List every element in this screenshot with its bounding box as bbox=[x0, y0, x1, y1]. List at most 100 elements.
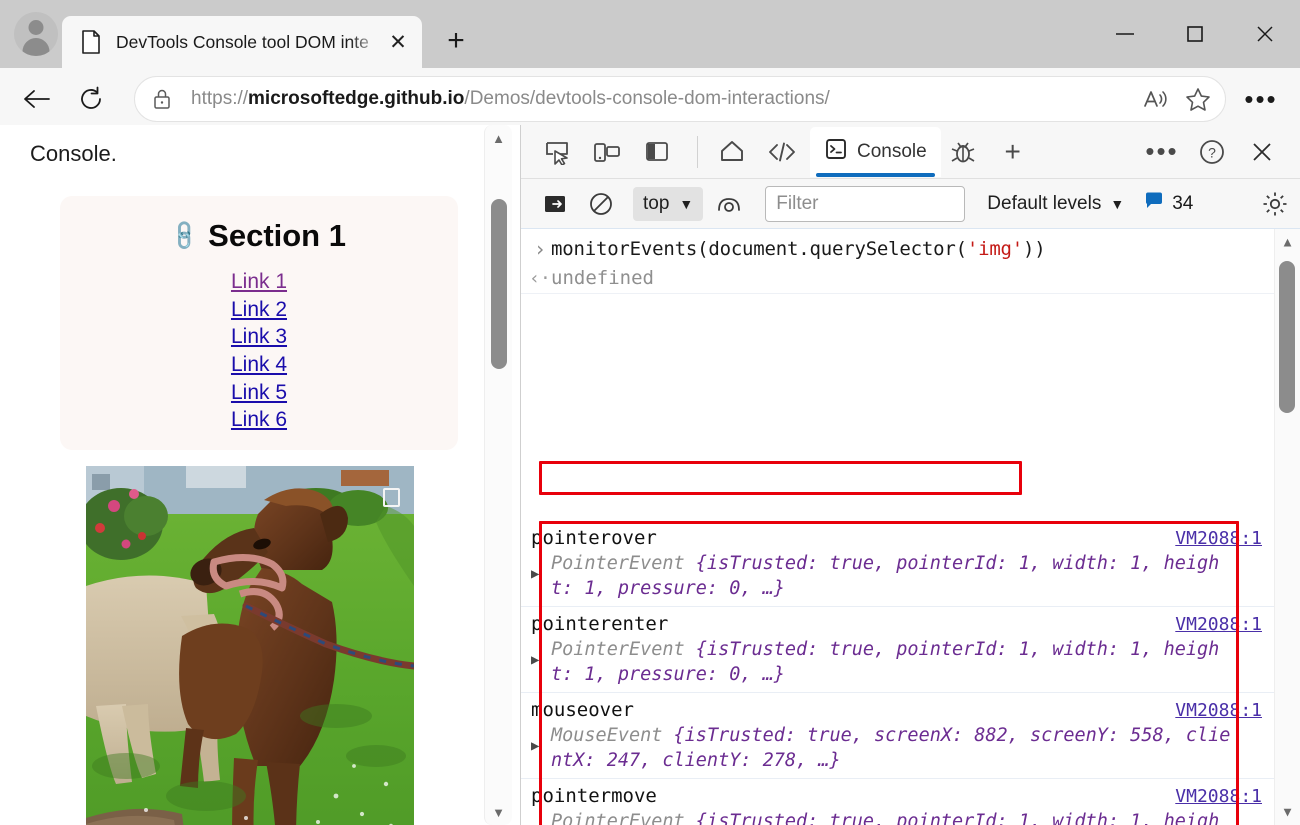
elements-icon[interactable] bbox=[760, 130, 804, 174]
page-content: Console. 🔗 Section 1 Link 1 Link 2 Link … bbox=[0, 125, 520, 825]
console-result-row: ‹· undefined bbox=[521, 263, 1300, 294]
message-count-badge[interactable]: 34 bbox=[1144, 191, 1193, 216]
event-name: pointerenter bbox=[531, 611, 1175, 637]
chevron-down-icon: ▼ bbox=[679, 196, 693, 212]
page-favicon-icon bbox=[80, 30, 102, 54]
web-page-pane: Console. 🔗 Section 1 Link 1 Link 2 Link … bbox=[0, 125, 520, 825]
console-sidebar-icon[interactable] bbox=[535, 185, 575, 223]
navigation-toolbar: https://microsoftedge.github.io/Demos/de… bbox=[0, 68, 1300, 130]
list-item[interactable]: Link 4 bbox=[60, 351, 458, 379]
console-scroll-down-button[interactable]: ▼ bbox=[1274, 799, 1300, 825]
devtools-overflow-menu-button[interactable]: ••• bbox=[1140, 130, 1184, 174]
javascript-context-select[interactable]: top ▼ bbox=[633, 187, 703, 221]
event-source-link[interactable]: VM2088:1 bbox=[1175, 700, 1262, 721]
log-levels-label: Default levels bbox=[987, 193, 1101, 215]
console-prompt-row[interactable]: › monitorEvents(document.querySelector('… bbox=[521, 229, 1300, 263]
console-filter-bar: top ▼ Filter Default levels ▼ 34 bbox=[521, 179, 1300, 229]
console-result-value: undefined bbox=[551, 263, 654, 293]
close-window-button[interactable] bbox=[1230, 0, 1300, 68]
inspect-element-icon[interactable] bbox=[535, 130, 579, 174]
maximize-button[interactable] bbox=[1160, 0, 1230, 68]
console-input-expression[interactable]: monitorEvents(document.querySelector('im… bbox=[551, 235, 1046, 263]
back-button[interactable] bbox=[12, 74, 62, 124]
event-source-link[interactable]: VM2088:1 bbox=[1175, 614, 1262, 635]
list-item[interactable]: pointerover VM2088:1 ▶ PointerEvent {isT… bbox=[521, 521, 1276, 607]
new-tab-button[interactable]: + bbox=[434, 19, 478, 63]
event-source-link[interactable]: VM2088:1 bbox=[1175, 786, 1262, 807]
list-item[interactable]: pointerenter VM2088:1 ▶ PointerEvent {is… bbox=[521, 607, 1276, 693]
devtools-help-icon[interactable]: ? bbox=[1190, 130, 1234, 174]
console-event-list: pointerover VM2088:1 ▶ PointerEvent {isT… bbox=[521, 521, 1276, 825]
console-settings-gear-icon[interactable] bbox=[1260, 189, 1290, 219]
reload-button[interactable] bbox=[66, 74, 116, 124]
console-output[interactable]: › monitorEvents(document.querySelector('… bbox=[521, 229, 1300, 825]
event-object-preview: PointerEvent {isTrusted: true, pointerId… bbox=[551, 809, 1219, 825]
content-area: Console. 🔗 Section 1 Link 1 Link 2 Link … bbox=[0, 125, 1300, 825]
page-scrollbar[interactable]: ▲ ▼ bbox=[484, 125, 512, 825]
device-emulation-icon[interactable] bbox=[585, 130, 629, 174]
toolbar-divider bbox=[697, 136, 698, 168]
page-scroll-up-button[interactable]: ▲ bbox=[485, 125, 513, 151]
chevron-down-icon: ▼ bbox=[1110, 196, 1124, 212]
filter-input[interactable]: Filter bbox=[765, 186, 965, 222]
section-heading-text: Section 1 bbox=[208, 218, 346, 254]
page-scroll-track[interactable] bbox=[485, 151, 513, 799]
event-object-preview: PointerEvent {isTrusted: true, pointerId… bbox=[551, 551, 1219, 601]
minimize-button[interactable] bbox=[1090, 0, 1160, 68]
prompt-caret-icon: › bbox=[529, 235, 551, 263]
console-scroll-track[interactable] bbox=[1274, 255, 1300, 799]
favorites-star-icon[interactable] bbox=[1177, 79, 1219, 119]
tab-console-label: Console bbox=[857, 141, 927, 163]
list-item[interactable]: Link 2 bbox=[60, 296, 458, 324]
page-scroll-thumb[interactable] bbox=[491, 199, 507, 369]
title-bar: DevTools Console tool DOM inte ✕ + bbox=[0, 0, 1300, 68]
issues-bug-icon[interactable] bbox=[941, 130, 985, 174]
tab-console[interactable]: Console bbox=[810, 127, 941, 177]
live-expression-icon[interactable] bbox=[709, 185, 749, 223]
list-item[interactable]: pointermove VM2088:1 ▶ PointerEvent {isT… bbox=[521, 779, 1276, 825]
list-item[interactable]: mouseover VM2088:1 ▶ MouseEvent {isTrust… bbox=[521, 693, 1276, 779]
window-controls bbox=[1090, 0, 1300, 68]
profile-avatar-button[interactable] bbox=[10, 8, 62, 60]
tab-title: DevTools Console tool DOM inte bbox=[116, 32, 382, 53]
event-source-link[interactable]: VM2088:1 bbox=[1175, 528, 1262, 549]
anchor-link-icon[interactable]: 🔗 bbox=[167, 218, 202, 253]
context-value: top bbox=[643, 193, 669, 215]
list-item[interactable]: Link 6 bbox=[60, 406, 458, 434]
list-item[interactable]: Link 1 bbox=[60, 268, 458, 296]
alpaca-image[interactable] bbox=[86, 466, 414, 825]
browser-tab[interactable]: DevTools Console tool DOM inte ✕ bbox=[62, 16, 422, 68]
console-scroll-thumb[interactable] bbox=[1279, 261, 1295, 413]
list-item[interactable]: Link 5 bbox=[60, 379, 458, 407]
devtools-panel: Console + ••• ? bbox=[520, 125, 1300, 825]
address-bar[interactable]: https://microsoftedge.github.io/Demos/de… bbox=[134, 76, 1226, 122]
alpaca-photo-graphic bbox=[86, 466, 414, 825]
expand-arrow-icon[interactable]: ▶ bbox=[531, 637, 551, 668]
read-aloud-icon[interactable] bbox=[1135, 79, 1177, 119]
tab-close-button[interactable]: ✕ bbox=[382, 26, 414, 58]
avatar bbox=[14, 12, 58, 56]
log-levels-dropdown[interactable]: Default levels ▼ bbox=[987, 193, 1124, 215]
devtools-close-button[interactable] bbox=[1240, 130, 1284, 174]
expand-arrow-icon[interactable]: ▶ bbox=[531, 723, 551, 754]
browser-window: DevTools Console tool DOM inte ✕ + bbox=[0, 0, 1300, 825]
annotation-box-input bbox=[539, 461, 1022, 495]
console-scroll-up-button[interactable]: ▲ bbox=[1274, 229, 1300, 255]
more-tools-button[interactable]: + bbox=[991, 130, 1035, 174]
event-name: pointerover bbox=[531, 525, 1175, 551]
console-scrollbar[interactable]: ▲ ▼ bbox=[1274, 229, 1300, 825]
link-list: Link 1 Link 2 Link 3 Link 4 Link 5 Link … bbox=[60, 268, 458, 434]
event-name: pointermove bbox=[531, 783, 1175, 809]
expand-arrow-icon[interactable]: ▶ bbox=[531, 809, 551, 825]
section-card: 🔗 Section 1 Link 1 Link 2 Link 3 Link 4 … bbox=[60, 196, 458, 450]
url-text[interactable]: https://microsoftedge.github.io/Demos/de… bbox=[191, 88, 1135, 110]
page-scroll-down-button[interactable]: ▼ bbox=[485, 799, 513, 825]
browser-settings-button[interactable]: ••• bbox=[1234, 74, 1288, 124]
welcome-home-icon[interactable] bbox=[710, 130, 754, 174]
message-bubble-icon bbox=[1144, 191, 1164, 216]
expand-arrow-icon[interactable]: ▶ bbox=[531, 551, 551, 582]
image-cursor-badge-icon bbox=[383, 488, 400, 507]
clear-console-icon[interactable] bbox=[581, 185, 621, 223]
dock-side-icon[interactable] bbox=[635, 130, 679, 174]
list-item[interactable]: Link 3 bbox=[60, 323, 458, 351]
